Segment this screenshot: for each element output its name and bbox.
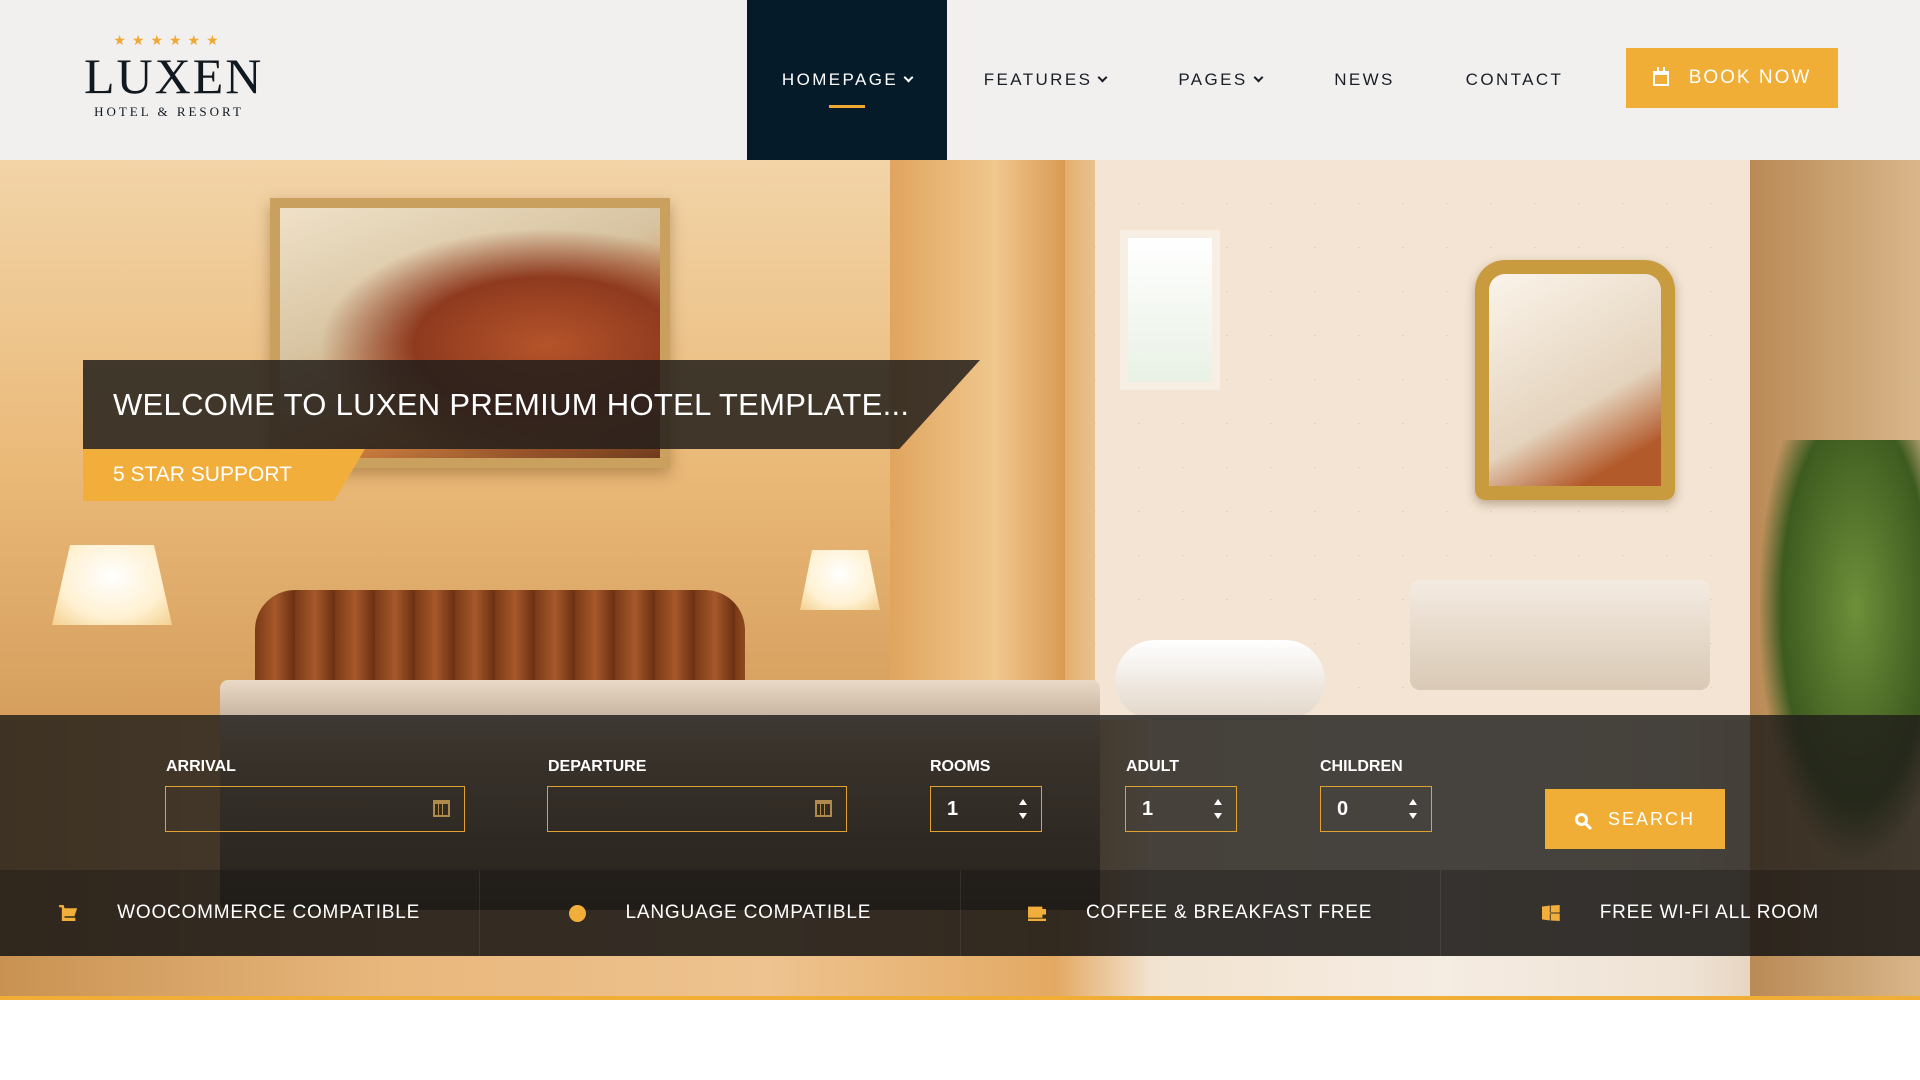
logo-subtitle: HOTEL & RESORT [94, 104, 244, 119]
feature-item: LANGUAGE COMPATIBLE [480, 870, 961, 956]
spinner-icon[interactable] [1019, 799, 1027, 819]
nav-item-label: PAGES [1178, 70, 1248, 89]
departure-label: DEPARTURE [548, 758, 647, 775]
bathroom-fixture [1115, 640, 1325, 720]
rooms-select[interactable]: 1 [930, 786, 1042, 832]
feature-item: FREE WI-FI ALL ROOM [1441, 870, 1920, 956]
adult-label: ADULT [1126, 758, 1180, 775]
lamp-right [800, 550, 880, 610]
departure-date-input[interactable] [547, 786, 847, 832]
main-nav: HOMEPAGE FEATURES PAGES NEWS CONTACT [747, 0, 1597, 160]
chevron-down-icon [1253, 72, 1264, 83]
nav-item-contact[interactable]: CONTACT [1432, 0, 1597, 160]
active-indicator [829, 105, 865, 108]
site-header: ★★★★★★ LUXEN HOTEL & RESORT HOMEPAGE FEA… [0, 0, 1920, 160]
feature-item: WOOCOMMERCE COMPATIBLE [0, 870, 481, 956]
logo-name: LUXEN [84, 48, 264, 104]
bathroom-window [1120, 230, 1220, 390]
spinner-icon[interactable] [1214, 799, 1222, 819]
spinner-icon[interactable] [1409, 799, 1417, 819]
search-icon [1574, 812, 1588, 826]
booking-form: ARRIVAL DEPARTURE ROOMS 1 ADULT 1 CHILDR… [0, 715, 1920, 870]
cart-icon [59, 905, 78, 921]
children-select[interactable]: 0 [1320, 786, 1432, 832]
calendar-icon [1652, 66, 1669, 86]
arrival-date-input[interactable] [165, 786, 465, 832]
nav-item-features[interactable]: FEATURES [947, 0, 1143, 160]
features-strip: WOOCOMMERCE COMPATIBLE LANGUAGE COMPATIB… [0, 870, 1920, 956]
arrival-label: ARRIVAL [166, 758, 236, 775]
accent-divider [0, 996, 1920, 1000]
adult-value: 1 [1142, 798, 1154, 820]
nav-item-label: HOMEPAGE [781, 70, 899, 89]
calendar-icon[interactable] [815, 800, 832, 817]
adult-select[interactable]: 1 [1125, 786, 1237, 832]
feature-label: LANGUAGE COMPATIBLE [625, 902, 872, 923]
windows-icon [1541, 905, 1560, 921]
gilded-mirror [1475, 260, 1675, 500]
logo-stars: ★★★★★★ [113, 32, 225, 48]
vanity [1410, 580, 1710, 690]
book-now-label: BOOK NOW [1688, 67, 1812, 88]
chevron-down-icon [903, 72, 914, 83]
search-label: SEARCH [1607, 808, 1695, 829]
hero-headline: WELCOME TO LUXEN PREMIUM HOTEL TEMPLATE.… [83, 360, 980, 449]
children-value: 0 [1337, 798, 1349, 820]
search-button[interactable]: SEARCH [1545, 789, 1725, 849]
rooms-label: ROOMS [930, 758, 991, 775]
chevron-down-icon [1097, 72, 1108, 83]
nav-item-label: FEATURES [983, 70, 1093, 89]
logo[interactable]: ★★★★★★ LUXEN HOTEL & RESORT [84, 32, 264, 120]
pillar [890, 160, 1065, 720]
globe-icon [568, 904, 586, 922]
children-label: CHILDREN [1320, 758, 1403, 775]
feature-label: WOOCOMMERCE COMPATIBLE [117, 902, 421, 923]
feature-item: COFFEE & BREAKFAST FREE [961, 870, 1441, 956]
lamp-left [52, 545, 172, 625]
hero-slider: WELCOME TO LUXEN PREMIUM HOTEL TEMPLATE.… [0, 160, 1920, 996]
book-now-button[interactable]: BOOK NOW [1626, 48, 1838, 108]
nav-item-label: CONTACT [1465, 70, 1564, 89]
calendar-icon[interactable] [433, 800, 450, 817]
nav-item-homepage[interactable]: HOMEPAGE [747, 0, 947, 160]
nav-item-pages[interactable]: PAGES [1143, 0, 1297, 160]
coffee-icon [1028, 906, 1047, 921]
rooms-value: 1 [947, 798, 959, 820]
feature-label: FREE WI-FI ALL ROOM [1599, 902, 1820, 923]
nav-item-news[interactable]: NEWS [1297, 0, 1432, 160]
feature-label: COFFEE & BREAKFAST FREE [1086, 902, 1373, 923]
nav-item-label: NEWS [1334, 70, 1395, 89]
hero-tagline: 5 STAR SUPPORT [83, 449, 365, 501]
